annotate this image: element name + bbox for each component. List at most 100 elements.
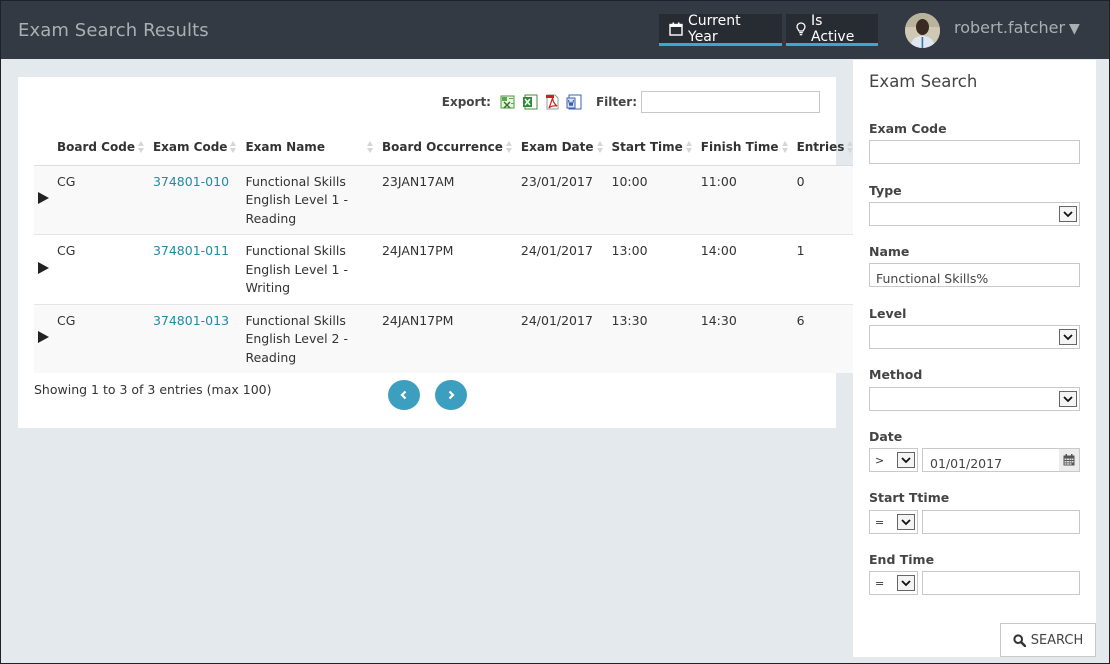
start-time-cell: 13:30 — [611, 312, 648, 328]
lightbulb-icon — [796, 21, 806, 36]
exam-date-cell: 23/01/2017 — [520, 173, 593, 189]
finish-time-cell: 14:00 — [700, 243, 737, 258]
date-operator-value: > — [875, 454, 885, 467]
filter-label: Filter: — [595, 95, 637, 109]
exam-name-cell: Functional Skills English Level 1 - Read… — [245, 173, 348, 226]
date-operator-select[interactable]: > — [869, 448, 918, 472]
results-panel: Export: Filter: Board Code Exam Code Exa… — [18, 77, 859, 428]
finish-time-cell: 14:30 — [700, 312, 737, 328]
caret-down-icon: ▼ — [1069, 21, 1080, 37]
type-label: Type — [869, 183, 902, 198]
export-toolbar: Export: Filter: — [442, 91, 820, 113]
export-label: Export: — [441, 95, 491, 109]
sort-icon — [596, 141, 604, 154]
name-input[interactable] — [869, 263, 1080, 287]
exam-code-link[interactable]: 374801-011 — [153, 243, 229, 258]
filter-input[interactable] — [641, 91, 820, 113]
chevron-down-icon — [897, 575, 915, 591]
table-row: CG 374801-011 Functional Skills English … — [34, 234, 859, 305]
export-word-icon[interactable] — [566, 94, 582, 110]
exam-search-panel: Exam Search Exam Code Type Name Level Me… — [853, 60, 1096, 657]
column-board-code[interactable]: Board Code — [53, 129, 149, 166]
start-time-operator-select[interactable]: = — [869, 510, 918, 534]
board-code-cell: CG — [57, 173, 76, 189]
start-time-cell: 10:00 — [611, 173, 648, 189]
entries-cell: 0 — [796, 173, 805, 189]
column-entries[interactable]: Entries — [792, 129, 859, 166]
exam-code-cell: 374801-010 — [149, 165, 242, 235]
next-page-button[interactable] — [435, 380, 467, 410]
expand-row-icon[interactable] — [38, 261, 49, 274]
expand-row-icon[interactable] — [38, 331, 49, 343]
pagination-info: Showing 1 to 3 of 3 entries (max 100) — [34, 382, 272, 397]
chevron-down-icon — [1059, 391, 1077, 407]
sort-icon — [505, 141, 513, 154]
current-year-filter[interactable]: Current Year — [659, 13, 782, 46]
finish-time-cell: 11:00 — [700, 173, 737, 189]
export-csv-icon[interactable] — [500, 94, 516, 110]
sort-icon — [366, 141, 374, 154]
sort-icon — [781, 141, 789, 154]
top-bar: Exam Search Results Current Year Is Acti… — [1, 1, 1109, 59]
column-exam-code[interactable]: Exam Code — [148, 129, 242, 166]
entries-cell: 1 — [796, 243, 805, 258]
sort-icon — [137, 141, 145, 154]
start-time-cell: 13:00 — [611, 243, 648, 258]
previous-page-button[interactable] — [388, 380, 420, 410]
end-time-label: End Time — [869, 552, 935, 567]
column-board-occurrence[interactable]: Board Occurrence — [377, 129, 517, 166]
expand-column-header — [34, 129, 53, 166]
column-finish-time[interactable]: Finish Time — [696, 129, 793, 166]
chevron-down-icon — [897, 514, 915, 530]
type-select[interactable] — [869, 202, 1080, 226]
chevron-left-icon — [399, 390, 409, 400]
level-label: Level — [869, 306, 907, 321]
exam-code-cell: 374801-011 — [149, 235, 242, 305]
exam-code-input[interactable] — [869, 140, 1080, 164]
level-select[interactable] — [869, 325, 1080, 349]
date-input[interactable] — [922, 448, 1060, 472]
search-panel-title: Exam Search — [869, 72, 978, 91]
end-time-operator-value: = — [875, 577, 885, 590]
end-time-input[interactable] — [922, 571, 1080, 595]
column-exam-name[interactable]: Exam Name — [241, 129, 378, 166]
board-occurrence-cell: 24JAN17PM — [381, 312, 454, 328]
board-code-cell: CG — [57, 312, 76, 328]
exam-code-link[interactable]: 374801-013 — [153, 313, 229, 328]
date-label: Date — [869, 429, 903, 444]
avatar[interactable] — [905, 13, 940, 48]
search-button[interactable]: SEARCH — [1000, 623, 1096, 657]
results-table: Board Code Exam Code Exam Name Board Occ… — [34, 129, 859, 373]
search-icon — [1013, 633, 1026, 647]
method-select[interactable] — [869, 387, 1080, 411]
search-button-label: SEARCH — [1030, 632, 1084, 648]
method-label: Method — [869, 367, 923, 382]
export-excel-icon[interactable] — [522, 94, 538, 110]
column-start-time[interactable]: Start Time — [607, 129, 697, 166]
board-occurrence-cell: 24JAN17PM — [381, 243, 454, 258]
exam-code-cell: 374801-013 — [149, 304, 242, 373]
column-exam-date[interactable]: Exam Date — [516, 129, 608, 166]
username-label: robert.fatcher — [954, 18, 1066, 37]
table-row: CG 374801-013 Functional Skills English … — [34, 304, 859, 373]
end-time-operator-select[interactable]: = — [869, 571, 918, 595]
exam-code-link[interactable]: 374801-010 — [153, 174, 229, 189]
board-occurrence-cell: 23JAN17AM — [381, 173, 455, 189]
is-active-label: Is Active — [811, 12, 855, 45]
table-header-row: Board Code Exam Code Exam Name Board Occ… — [34, 129, 859, 166]
is-active-filter[interactable]: Is Active — [786, 12, 878, 46]
calendar-icon — [1063, 454, 1075, 466]
start-time-operator-value: = — [875, 516, 885, 529]
start-time-input[interactable] — [922, 510, 1080, 534]
exam-date-cell: 24/01/2017 — [520, 243, 593, 258]
table-row: CG 374801-010 Functional Skills English … — [34, 165, 859, 235]
user-menu[interactable]: robert.fatcher ▼ — [954, 18, 1080, 37]
date-picker-button[interactable] — [1059, 448, 1080, 472]
start-time-label: Start Ttime — [869, 490, 950, 505]
exam-code-label: Exam Code — [869, 121, 947, 136]
entries-cell: 6 — [796, 312, 805, 328]
exam-name-cell: Functional Skills English Level 2 - Read… — [245, 312, 348, 365]
chevron-down-icon — [1059, 206, 1077, 222]
export-pdf-icon[interactable] — [544, 94, 560, 110]
expand-row-icon[interactable] — [38, 192, 49, 204]
